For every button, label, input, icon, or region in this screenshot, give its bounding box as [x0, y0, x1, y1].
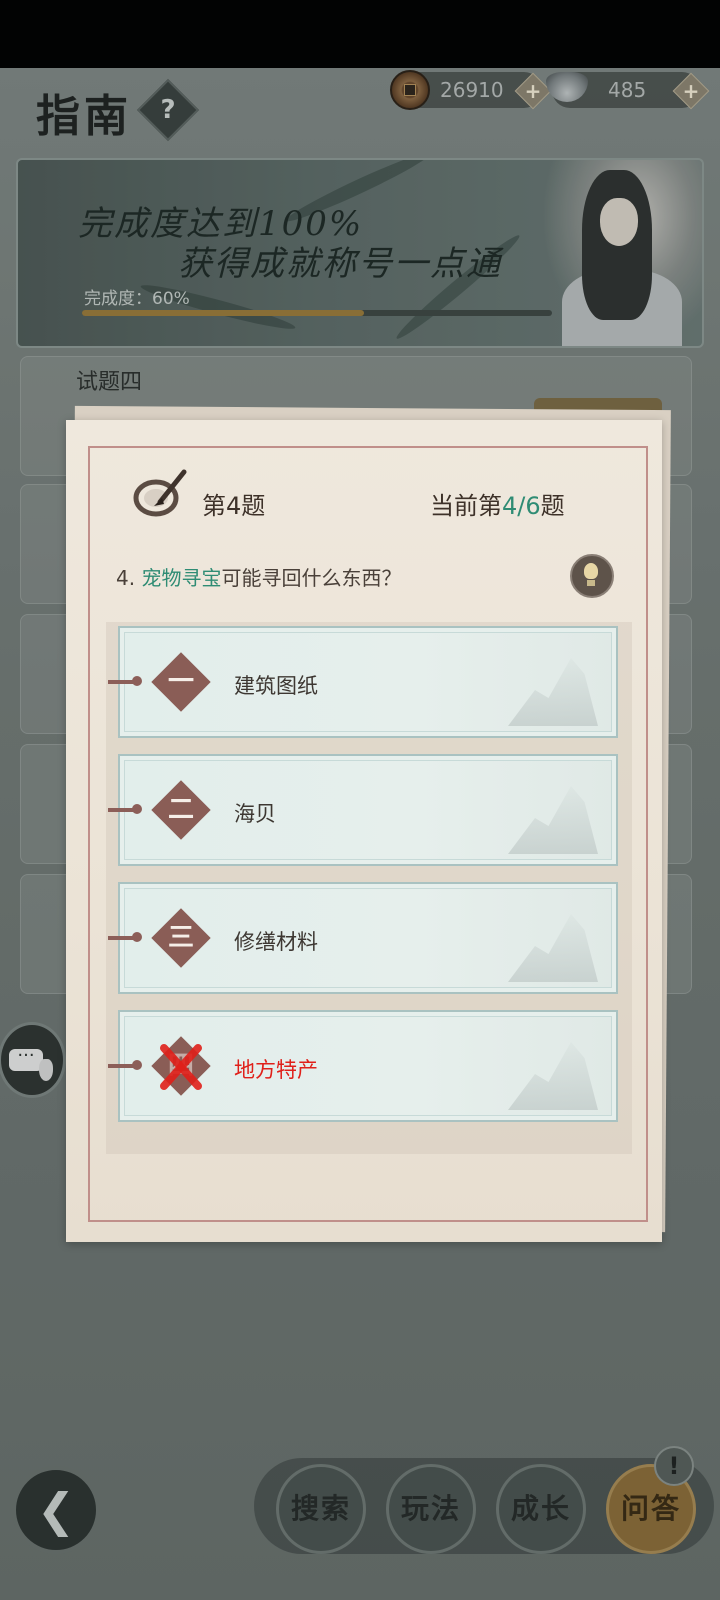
progress-current: 4 [502, 492, 518, 520]
mountain-decoration [508, 658, 598, 726]
option-marker-text: 三 [167, 923, 194, 953]
option-marker: 一 [151, 652, 211, 712]
option-label: 建筑图纸 [234, 674, 318, 698]
question-number: 第4题 [202, 492, 266, 520]
option-pin [108, 932, 142, 942]
option-pin [108, 1060, 142, 1070]
option-marker: 三 [151, 908, 211, 968]
question-rest: 可能寻回什么东西？ [221, 566, 402, 590]
question-text: 4. 宠物寻宝可能寻回什么东西？ [116, 562, 401, 591]
option-label: 海贝 [234, 802, 276, 826]
mountain-decoration [508, 1042, 598, 1110]
question-prefix: 4. [116, 566, 142, 590]
option-marker-text: 二 [167, 795, 194, 825]
hint-lightbulb-button[interactable] [570, 554, 614, 598]
progress-suffix: 题 [540, 492, 565, 520]
question-highlight: 宠物寻宝 [141, 566, 222, 590]
option-marker: 二 [151, 780, 211, 840]
wrong-x-icon [160, 1044, 202, 1090]
option-pin [108, 804, 142, 814]
progress-total: 6 [525, 492, 541, 520]
progress-prefix: 当前第 [430, 492, 502, 520]
mountain-decoration [508, 786, 598, 854]
ink-brush-icon [133, 469, 187, 517]
mountain-decoration [508, 914, 598, 982]
question-progress: 当前第4/6题 [430, 486, 565, 521]
option-marker-text: 一 [167, 667, 194, 697]
option-pin [108, 676, 142, 686]
option-label: 地方特产 [234, 1058, 318, 1082]
option-label: 修缮材料 [234, 930, 318, 954]
